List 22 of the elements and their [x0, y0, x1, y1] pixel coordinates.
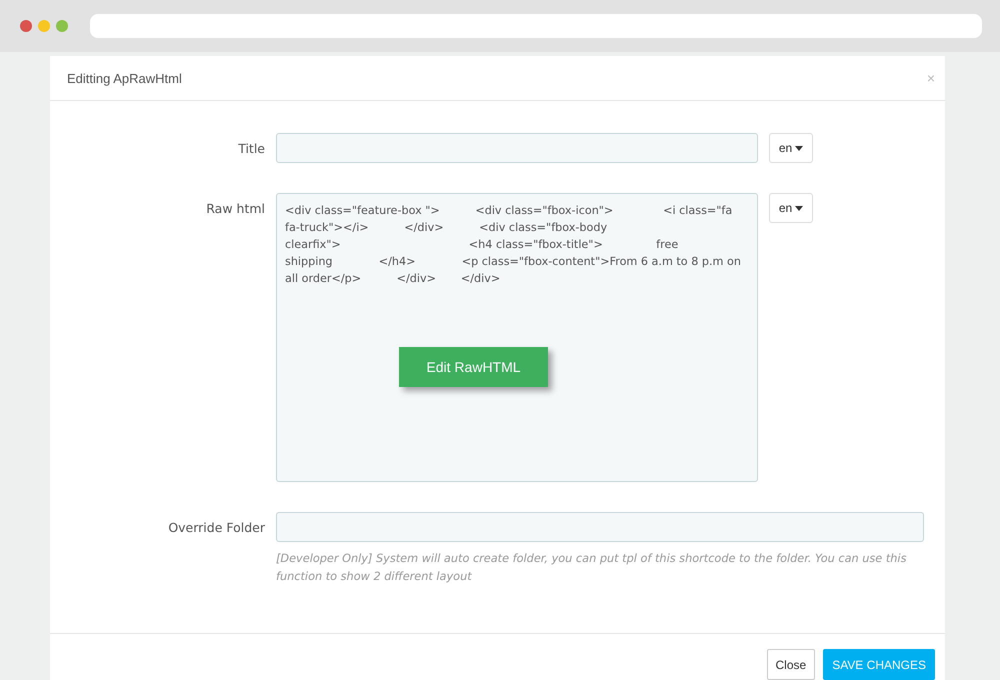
minimize-window-icon[interactable]: [38, 20, 50, 32]
language-dropdown[interactable]: en: [769, 193, 813, 223]
language-dropdown[interactable]: en: [769, 133, 813, 163]
close-dialog-button[interactable]: Close: [766, 649, 816, 680]
code-line: shipping </h4> <p class="fbox-content">From 6 a.m to 8 p.m on: [285, 254, 742, 270]
field-label: Override Folder: [167, 519, 266, 537]
close-window-icon[interactable]: [20, 20, 32, 32]
text-input-field[interactable]: [276, 512, 924, 542]
maximize-window-icon[interactable]: [56, 20, 68, 32]
address-bar[interactable]: [90, 14, 982, 38]
modal-title: Editting ApRawHtml: [67, 70, 182, 86]
code-line: clearfix"> <h4 class="fbox-title"> free: [285, 237, 680, 253]
field-label: Title: [237, 140, 266, 158]
code-line: all order</p> </div> </div>: [285, 271, 502, 287]
code-line: fa-truck"></i> </div> <div class="fbox-body: [285, 220, 608, 236]
field-label: Raw html: [205, 200, 266, 218]
code-line: <div class="feature-box "> <div class="fbox-icon"> <i class="fa: [285, 203, 734, 219]
caret-icon: [795, 146, 804, 150]
code-text-area[interactable]: [276, 193, 758, 482]
help-text: [Developer Only] System will auto create folder, you can put tpl of this shortcode to the folder. You can use this function to show 2 different layout: [276, 551, 908, 585]
text-input-field[interactable]: [276, 133, 758, 163]
caret-icon: [795, 206, 804, 210]
